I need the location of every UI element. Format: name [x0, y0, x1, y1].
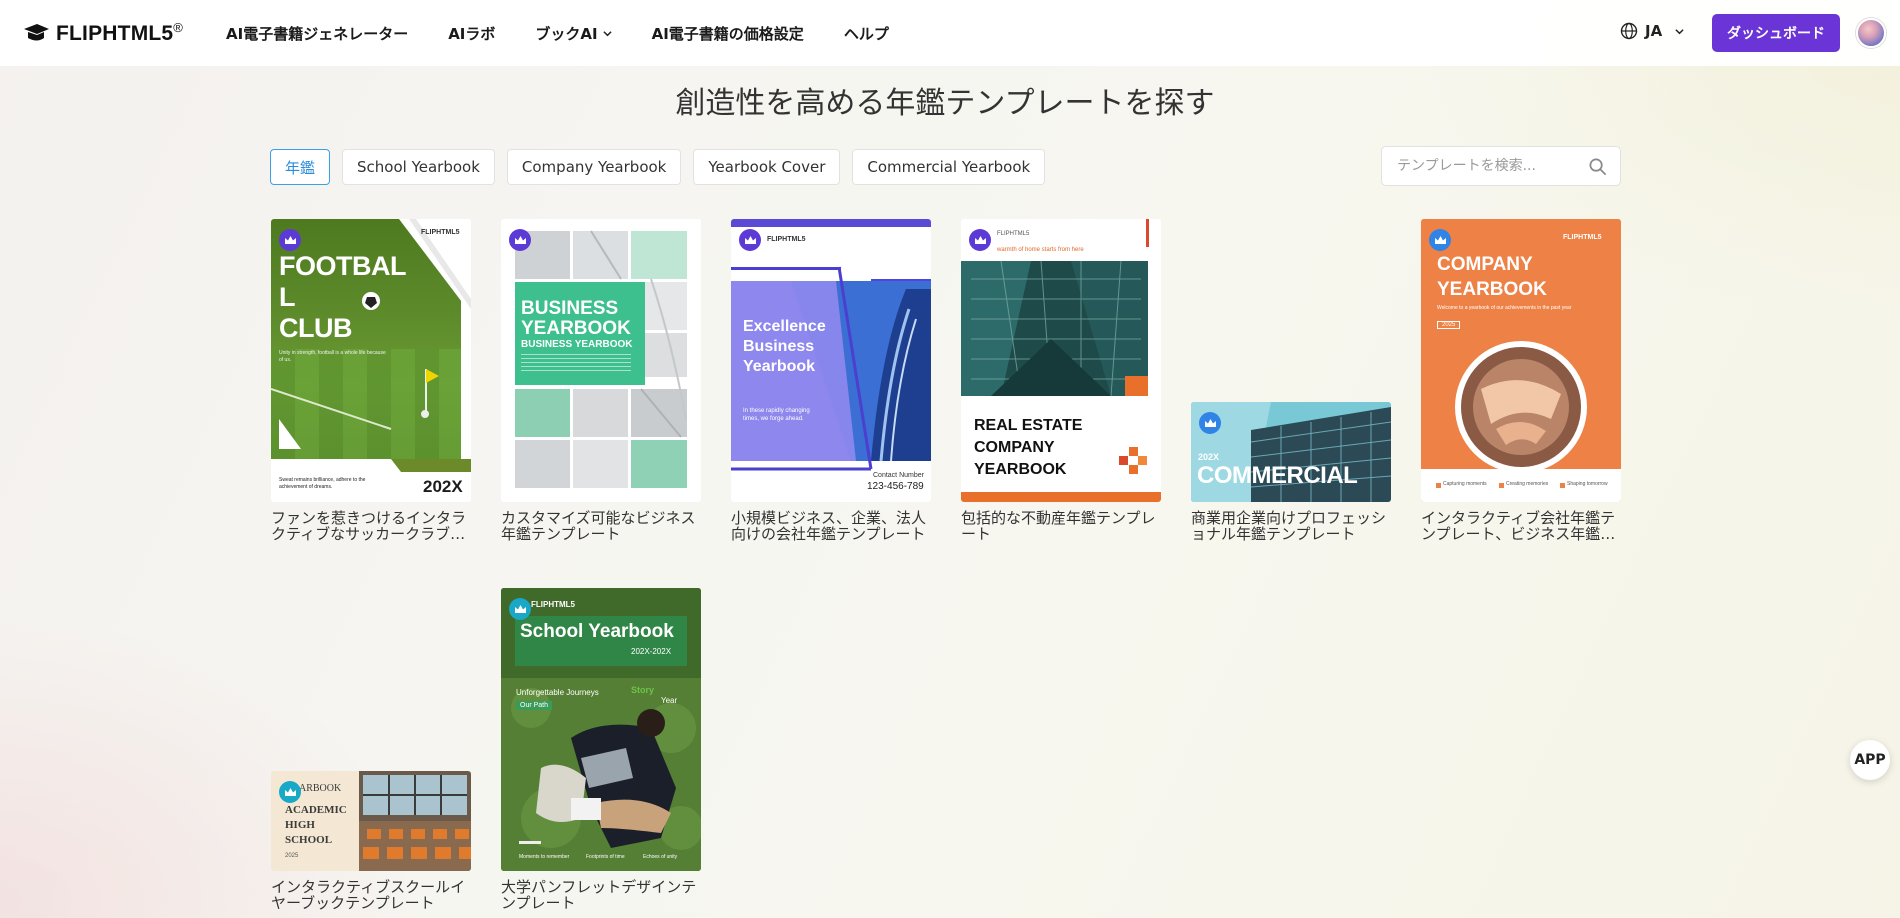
- chevron-down-icon: [603, 30, 612, 36]
- premium-crown-icon: [1429, 229, 1451, 251]
- template-search: [1381, 146, 1621, 186]
- template-card-excellence[interactable]: FLIPHTML5 Excellence Business Yearbook I…: [731, 219, 931, 542]
- template-caption: インタラクティブ会社年鑑テンプレート、ビジネス年鑑テンプレート: [1421, 510, 1616, 542]
- filter-yearbook-cover[interactable]: Yearbook Cover: [693, 149, 841, 185]
- premium-crown-icon: [279, 229, 301, 251]
- main-nav: AI電子書籍ジェネレーター AIラボ ブックAI AI電子書籍の価格設定 ヘルプ: [226, 0, 929, 66]
- globe-icon: [1620, 22, 1638, 40]
- company-title-line: YEARBOOK: [1437, 279, 1547, 300]
- realestate-title-line: YEARBOOK: [974, 461, 1067, 478]
- business-title-line: YEARBOOK: [521, 318, 631, 339]
- filter-school-yearbook[interactable]: School Yearbook: [342, 149, 495, 185]
- academic-title-line: SCHOOL: [285, 834, 333, 846]
- graduation-cap-icon: [24, 24, 49, 41]
- template-card-football[interactable]: FLIPHTML5 FOOTBAL L CLUB Unity in streng…: [271, 219, 471, 542]
- search-icon[interactable]: [1588, 157, 1607, 176]
- template-caption: 小規模ビジネス、企業、法人向けの会社年鑑テンプレート: [731, 510, 927, 542]
- nav-book-ai[interactable]: ブックAI: [535, 23, 612, 44]
- template-thumbnail: FLIPHTML5 COMPANY YEARBOOK Welcome to a …: [1421, 219, 1621, 502]
- search-input[interactable]: [1382, 147, 1572, 185]
- language-selector[interactable]: JA: [1620, 22, 1684, 40]
- template-card-real-estate[interactable]: FLIPHTML5 warmth of home starts from her…: [961, 219, 1161, 542]
- nav-ai-lab[interactable]: AIラボ: [448, 23, 495, 44]
- page-title: 創造性を高める年鑑テンプレートを探す: [675, 86, 1215, 121]
- academic-title-line: HIGH: [285, 819, 315, 831]
- template-card-business[interactable]: BUSINESS YEARBOOK BUSINESS YEARBOOK カスタマ…: [501, 219, 701, 542]
- template-caption: 包括的な不動産年鑑テンプレート: [961, 510, 1156, 542]
- realestate-title-line: REAL ESTATE: [974, 417, 1083, 434]
- template-thumbnail: FLIPHTML5 FOOTBAL L CLUB Unity in streng…: [271, 219, 471, 502]
- template-thumbnail: ARBOOK ACADEMIC HIGH SCHOOL 2025: [271, 771, 471, 871]
- template-caption: 商業用企業向けプロフェッショナル年鑑テンプレート: [1191, 510, 1387, 542]
- body-text-lines: [521, 354, 631, 374]
- excellence-title-line: Excellence: [743, 318, 826, 335]
- nav-ai-ebook-generator[interactable]: AI電子書籍ジェネレーター: [226, 23, 408, 44]
- premium-crown-icon: [279, 781, 301, 803]
- template-card-academic[interactable]: ARBOOK ACADEMIC HIGH SCHOOL 2025 インタラクティ…: [271, 771, 471, 911]
- top-navbar: FLIPHTML5® AI電子書籍ジェネレーター AIラボ ブックAI AI電子…: [0, 0, 1900, 66]
- realestate-title-line: COMPANY: [974, 439, 1055, 456]
- excellence-title-line: Yearbook: [743, 358, 816, 375]
- chevron-down-icon: [1675, 28, 1684, 34]
- template-thumbnail: 202X COMMERCIAL: [1191, 402, 1391, 502]
- filter-tabs: 年鑑 School Yearbook Company Yearbook Year…: [270, 149, 1046, 185]
- premium-crown-icon: [509, 229, 531, 251]
- template-thumbnail: FLIPHTML5 School Yearbook 202X-202X Unfo…: [501, 588, 701, 871]
- template-card-commercial[interactable]: 202X COMMERCIAL 商業用企業向けプロフェッショナル年鑑テンプレート: [1191, 402, 1391, 542]
- nav-ai-ebook-pricing[interactable]: AI電子書籍の価格設定: [652, 23, 804, 44]
- template-caption: カスタマイズ可能なビジネス年鑑テンプレート: [501, 510, 696, 542]
- premium-crown-icon: [509, 598, 531, 620]
- template-card-school[interactable]: FLIPHTML5 School Yearbook 202X-202X Unfo…: [501, 588, 701, 911]
- logo-text: FLIPHTML5®: [56, 20, 184, 45]
- football-title-line: L: [279, 282, 295, 312]
- template-caption: 大学パンフレットデザインテンプレート: [501, 879, 697, 911]
- excellence-title-line: Business: [743, 338, 815, 355]
- app-download-button[interactable]: APP: [1850, 740, 1890, 780]
- nav-help[interactable]: ヘルプ: [844, 23, 889, 44]
- template-thumbnail: FLIPHTML5 warmth of home starts from her…: [961, 219, 1161, 502]
- logo[interactable]: FLIPHTML5®: [22, 20, 183, 46]
- football-title-line: CLUB: [279, 313, 352, 343]
- template-card-company[interactable]: FLIPHTML5 COMPANY YEARBOOK Welcome to a …: [1421, 219, 1621, 542]
- filter-yearbook[interactable]: 年鑑: [270, 149, 331, 185]
- template-thumbnail: BUSINESS YEARBOOK BUSINESS YEARBOOK: [501, 219, 701, 502]
- template-caption: ファンを惹きつけるインタラクティブなサッカークラブ年鑑テンプレート: [271, 510, 467, 542]
- company-title-line: COMPANY: [1437, 254, 1533, 275]
- premium-crown-icon: [969, 229, 991, 251]
- football-title-line: FOOTBAL: [279, 251, 406, 281]
- business-title-line: BUSINESS: [521, 298, 619, 319]
- template-thumbnail: FLIPHTML5 Excellence Business Yearbook I…: [731, 219, 931, 502]
- academic-title-line: ACADEMIC: [285, 804, 347, 816]
- premium-crown-icon: [739, 229, 761, 251]
- filter-commercial-yearbook[interactable]: Commercial Yearbook: [852, 149, 1046, 185]
- filter-company-yearbook[interactable]: Company Yearbook: [506, 149, 682, 185]
- dashboard-button[interactable]: ダッシュボード: [1712, 14, 1840, 52]
- avatar[interactable]: [1856, 18, 1886, 48]
- premium-crown-icon: [1199, 412, 1221, 434]
- template-caption: インタラクティブスクールイヤーブックテンプレート: [271, 879, 466, 911]
